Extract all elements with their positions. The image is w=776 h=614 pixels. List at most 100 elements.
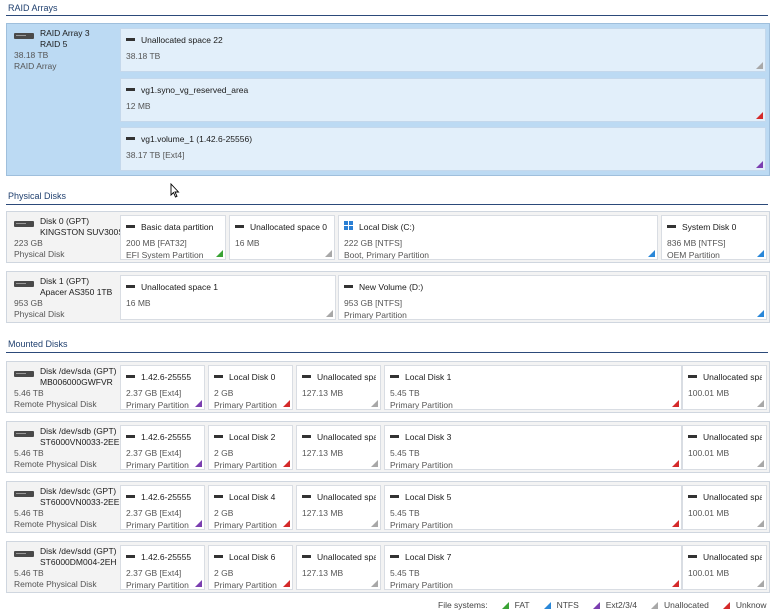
partition-name: Local Disk 2 [229,432,276,442]
unallocated-fs-marker [757,460,764,467]
unallocated-fs-marker [325,250,332,257]
partition-card[interactable]: New Volume (D:) 953 GB [NTFS] Primary Pa… [338,275,767,320]
volume-icon [390,555,399,558]
partition-type: Primary Partition [126,520,189,530]
unallocated-fs-marker [756,62,763,69]
mouse-cursor-icon [170,183,180,198]
partition-size: 38.18 TB [126,51,161,61]
section-title-raid: RAID Arrays [8,3,58,13]
partition-card[interactable]: Local Disk 1 5.45 TB Primary Partition [384,365,682,410]
partition-card[interactable]: Local Disk (C:) 222 GB [NTFS] Boot, Prim… [338,215,658,260]
disk-info[interactable]: Disk /dev/sda (GPT) MB006000GWFVR 5.46 T… [14,366,122,410]
legend-fat-label: FAT [514,600,530,610]
partition-size: 2.37 GB [Ext4] [126,388,182,398]
volume-icon [214,495,223,498]
partition-name: Local Disk 5 [405,492,452,502]
mounted-disk-row[interactable]: Disk /dev/sdc (GPT) ST6000VN0033-2EE 5.4… [6,481,770,533]
partition-name: Unallocated spa [317,432,376,442]
partition-card[interactable]: Unallocated spa 127.13 MB [296,425,381,470]
legend-label: File systems: [438,600,488,610]
ext-fs-marker [195,580,202,587]
disk-info[interactable]: Disk /dev/sdc (GPT) ST6000VN0033-2EE 5.4… [14,486,122,530]
partition-card[interactable]: Unallocated spa 100.01 MB [682,485,767,530]
partition-card[interactable]: Local Disk 0 2 GB Primary Partition [208,365,293,410]
disk-model: MB006000GWFVR [40,377,113,387]
ext-fs-marker [195,400,202,407]
partition-card[interactable]: Local Disk 2 2 GB Primary Partition [208,425,293,470]
physical-disk-row[interactable]: Disk 0 (GPT) KINGSTON SUV300S 223 GB Phy… [6,211,770,263]
mounted-disk-row[interactable]: Disk /dev/sdd (GPT) ST6000DM004-2EH 5.46… [6,541,770,593]
partition-name: 1.42.6-25555 [141,432,192,442]
partition-card[interactable]: Unallocated space 1 16 MB [120,275,336,320]
raid-size: 38.18 TB [14,50,49,60]
partition-card[interactable]: System Disk 0 836 MB [NTFS] OEM Partitio… [661,215,767,260]
raid-array-row[interactable]: RAID Array 3 RAID 5 38.18 TB RAID Array … [6,23,770,176]
mounted-disk-row[interactable]: Disk /dev/sda (GPT) MB006000GWFVR 5.46 T… [6,361,770,413]
ext-fs-marker [756,161,763,168]
volume-icon [126,88,135,91]
partition-size: 2.37 GB [Ext4] [126,508,182,518]
partition-card[interactable]: Local Disk 7 5.45 TB Primary Partition [384,545,682,590]
unknown-fs-marker [756,112,763,119]
disk-info[interactable]: Disk 0 (GPT) KINGSTON SUV300S 223 GB Phy… [14,216,122,260]
partition-size: 16 MB [235,238,260,248]
partition-name: Local Disk 6 [229,552,276,562]
disk-size: 5.46 TB [14,388,44,398]
disk-type: Physical Disk [14,309,65,319]
ntfs-legend-icon [543,601,551,609]
unknown-fs-marker [672,520,679,527]
disk-info[interactable]: Disk /dev/sdd (GPT) ST6000DM004-2EH 5.46… [14,546,122,590]
partition-type: Primary Partition [344,310,407,320]
disk-size: 5.46 TB [14,448,44,458]
partition-card[interactable]: Local Disk 6 2 GB Primary Partition [208,545,293,590]
partition-card[interactable]: Unallocated spa 100.01 MB [682,425,767,470]
physical-disk-row[interactable]: Disk 1 (GPT) Apacer AS350 1TB 953 GB Phy… [6,271,770,323]
partition-card[interactable]: Unallocated spa 127.13 MB [296,485,381,530]
partition-card[interactable]: 1.42.6-25555 2.37 GB [Ext4] Primary Partit… [120,425,205,470]
raid-level: RAID 5 [40,39,68,49]
section-divider [6,352,768,353]
partition-name: System Disk 0 [682,222,737,232]
fat-fs-marker [216,250,223,257]
partition-card[interactable]: Unallocated spa 100.01 MB [682,545,767,590]
partition-card[interactable]: Basic data partition 200 MB [FAT32] EFI … [120,215,226,260]
partition-name: 1.42.6-25555 [141,552,192,562]
partition-card[interactable]: Unallocated spa 100.01 MB [682,365,767,410]
disk-info[interactable]: Disk /dev/sdb (GPT) ST6000VN0033-2EE 5.4… [14,426,122,470]
unknown-fs-marker [672,580,679,587]
volume-icon [344,285,353,288]
partition-syno-reserved[interactable]: vg1.syno_vg_reserved_area 12 MB [120,78,766,122]
disk-model: Apacer AS350 1TB [40,287,113,297]
partition-card[interactable]: Unallocated spa 127.13 MB [296,545,381,590]
disk-type: Remote Physical Disk [14,519,97,529]
partition-type: OEM Partition [667,250,720,260]
partition-card[interactable]: Unallocated space 0 16 MB [229,215,335,260]
disk-model: ST6000VN0033-2EE [40,437,120,447]
partition-card[interactable]: Local Disk 4 2 GB Primary Partition [208,485,293,530]
partition-size: 100.01 MB [688,448,730,458]
partition-type: Primary Partition [390,580,453,590]
partition-size: 2 GB [214,448,234,458]
partition-card[interactable]: Local Disk 5 5.45 TB Primary Partition [384,485,682,530]
ntfs-fs-marker [757,250,764,257]
raid-array-info[interactable]: RAID Array 3 RAID 5 38.18 TB RAID Array [14,28,122,72]
partition-card[interactable]: 1.42.6-25555 2.37 GB [Ext4] Primary Partit… [120,485,205,530]
disk-info[interactable]: Disk 1 (GPT) Apacer AS350 1TB 953 GB Phy… [14,276,122,320]
partition-type: Primary Partition [126,460,189,470]
partition-unallocated-22[interactable]: Unallocated space 22 38.18 TB [120,28,766,72]
volume-icon [214,375,223,378]
partition-type: Primary Partition [126,580,189,590]
partition-name: Unallocated spa [317,552,376,562]
partition-card[interactable]: 1.42.6-25555 2.37 GB [Ext4] Primary Partit… [120,545,205,590]
partition-size: 953 GB [NTFS] [344,298,403,308]
volume-icon [214,555,223,558]
mounted-disk-row[interactable]: Disk /dev/sdb (GPT) ST6000VN0033-2EE 5.4… [6,421,770,473]
partition-card[interactable]: Local Disk 3 5.45 TB Primary Partition [384,425,682,470]
volume-icon [126,225,135,228]
partition-card[interactable]: Unallocated spa 127.13 MB [296,365,381,410]
legend-ext-label: Ext2/3/4 [605,600,637,610]
unallocated-fs-marker [371,580,378,587]
partition-size: 2 GB [214,388,234,398]
partition-volume-1[interactable]: vg1.volume_1 (1.42.6-25556) 38.17 TB [Ex… [120,127,766,171]
partition-card[interactable]: 1.42.6-25555 2.37 GB [Ext4] Primary Partit… [120,365,205,410]
